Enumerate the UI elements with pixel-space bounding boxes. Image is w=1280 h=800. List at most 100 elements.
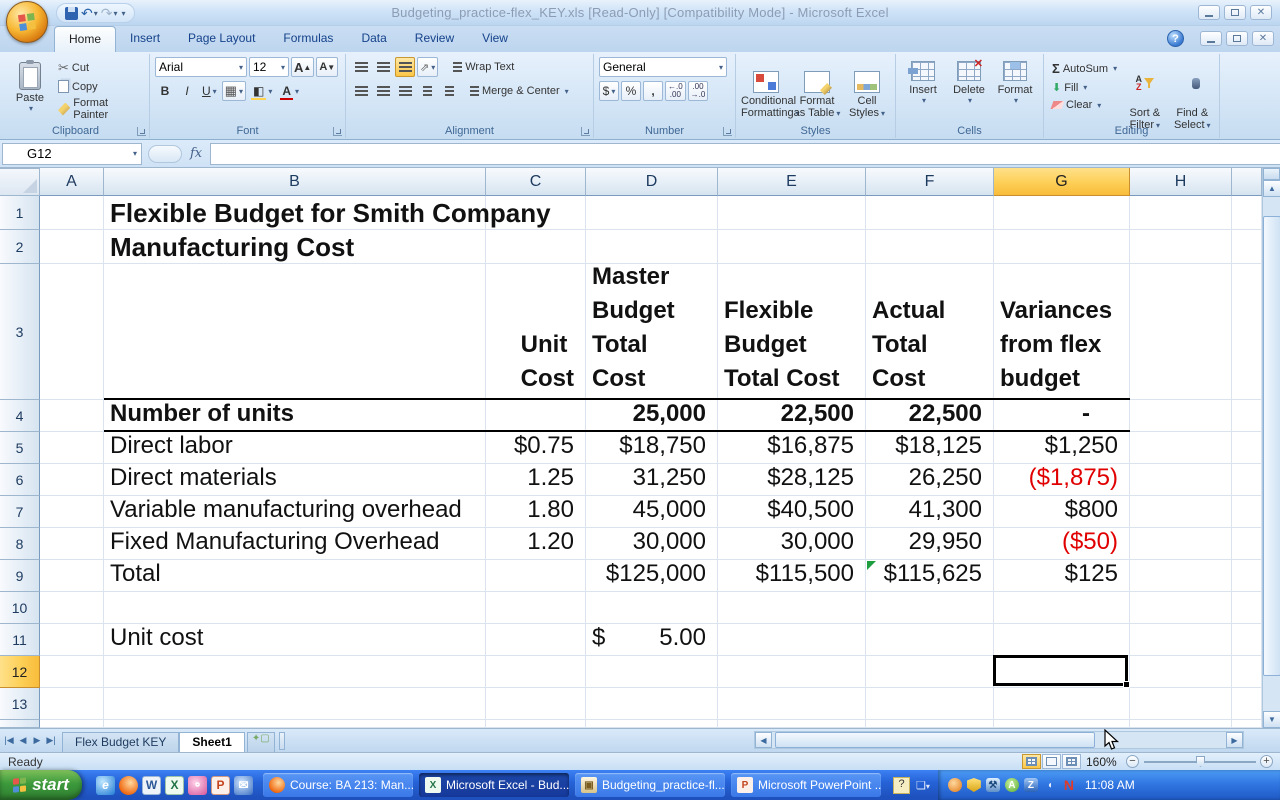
find-select-button[interactable]: Find & Select ▾: [1170, 57, 1215, 131]
cell-filler[interactable]: [1232, 464, 1262, 496]
font-size-select[interactable]: 12 ▾: [249, 57, 289, 77]
cell-H6[interactable]: [1130, 464, 1232, 496]
zoom-out-button[interactable]: −: [1126, 755, 1139, 768]
tray-wrench-icon[interactable]: ⚒: [985, 778, 1000, 792]
cell-content-D3[interactable]: Master Budget Total Cost: [586, 263, 718, 400]
formula-input[interactable]: [210, 142, 1280, 165]
row-header-13[interactable]: 13: [0, 688, 40, 720]
fx-icon[interactable]: fx: [190, 146, 202, 161]
cell-filler[interactable]: [1232, 688, 1262, 720]
cell-D2[interactable]: [586, 230, 718, 264]
name-box[interactable]: G12 ▾: [2, 142, 142, 165]
format-cells-button[interactable]: Format ▾: [993, 57, 1037, 123]
cell-E11[interactable]: [718, 624, 866, 656]
row-header-6[interactable]: 6: [0, 464, 40, 496]
font-color-button[interactable]: A ▾: [277, 81, 302, 101]
cell-G10[interactable]: [994, 592, 1130, 624]
shrink-font-button[interactable]: A ▼: [316, 57, 339, 77]
cell-A7[interactable]: [40, 496, 104, 528]
ribbon-tab-page-layout[interactable]: Page Layout: [174, 26, 269, 52]
help-tray-icon[interactable]: ?: [893, 776, 910, 794]
cell-content-D6[interactable]: 31,250: [586, 464, 718, 496]
conditional-formatting-button[interactable]: Conditional Formatting ▾: [741, 57, 800, 123]
underline-button[interactable]: U ▾: [199, 81, 220, 101]
align-top-button[interactable]: [351, 57, 371, 77]
cell-G13[interactable]: [994, 688, 1130, 720]
wrap-text-button[interactable]: Wrap Text: [450, 60, 517, 74]
scroll-left-button[interactable]: ◀: [755, 732, 772, 748]
row-header-7[interactable]: 7: [0, 496, 40, 528]
tray-z-icon[interactable]: Z: [1023, 778, 1038, 792]
cell-content-F5[interactable]: $18,125: [866, 432, 994, 464]
row-header-12[interactable]: 12: [0, 656, 40, 688]
ribbon-tab-home[interactable]: Home: [54, 26, 117, 52]
cell-F12[interactable]: [866, 656, 994, 688]
cell-A5[interactable]: [40, 432, 104, 464]
workbook-close-button[interactable]: ✕: [1252, 31, 1274, 46]
cell-content-B6[interactable]: Direct materials: [104, 464, 486, 496]
cell-content-G8[interactable]: ($50): [994, 528, 1130, 560]
merge-center-button[interactable]: Merge & Center ▾: [467, 84, 572, 98]
scroll-up-button[interactable]: ▲: [1263, 180, 1280, 197]
row-header-11[interactable]: 11: [0, 624, 40, 656]
cell-filler[interactable]: [1232, 560, 1262, 592]
align-center-button[interactable]: [373, 81, 393, 101]
cell-E2[interactable]: [718, 230, 866, 264]
vertical-scrollbar[interactable]: ▲ ▼: [1262, 168, 1280, 728]
format-as-table-button[interactable]: Format as Table ▾: [793, 57, 841, 123]
cell-A6[interactable]: [40, 464, 104, 496]
cell-A2[interactable]: [40, 230, 104, 264]
cell-B10[interactable]: [104, 592, 486, 624]
restore-button[interactable]: [1224, 5, 1246, 20]
number-dialog-launcher[interactable]: [723, 127, 732, 136]
cell-C12[interactable]: [486, 656, 586, 688]
cell-A11[interactable]: [40, 624, 104, 656]
cell-content-E8[interactable]: 30,000: [718, 528, 866, 560]
start-button[interactable]: start: [0, 770, 82, 800]
zoom-in-button[interactable]: +: [1260, 755, 1273, 768]
redo-button[interactable]: ↷ ▾: [101, 6, 118, 20]
cell-H5[interactable]: [1130, 432, 1232, 464]
vertical-scroll-thumb[interactable]: [1263, 216, 1280, 676]
cell-content-F6[interactable]: 26,250: [866, 464, 994, 496]
cell-content-F9[interactable]: $115,625: [866, 560, 994, 592]
sheet-tab-sheet1[interactable]: Sheet1: [179, 731, 245, 753]
cell-D13[interactable]: [586, 688, 718, 720]
cell-content-F7[interactable]: 41,300: [866, 496, 994, 528]
copy-button[interactable]: Copy: [55, 79, 145, 94]
next-sheet-button[interactable]: ▶: [30, 733, 44, 749]
cell-content-G6[interactable]: ($1,875): [994, 464, 1130, 496]
cell-B12[interactable]: [104, 656, 486, 688]
previous-sheet-button[interactable]: ◀: [16, 733, 30, 749]
cell-C4[interactable]: [486, 400, 586, 432]
normal-view-button[interactable]: [1022, 754, 1041, 769]
cell-content-D9[interactable]: $125,000: [586, 560, 718, 592]
cell-content-D5[interactable]: $18,750: [586, 432, 718, 464]
cell-E10[interactable]: [718, 592, 866, 624]
cell-H2[interactable]: [1130, 230, 1232, 264]
cell-G12[interactable]: [994, 656, 1130, 688]
cell-filler[interactable]: [40, 720, 104, 728]
window-toolbar-icon[interactable]: ❏▾: [916, 779, 930, 792]
cell-B13[interactable]: [104, 688, 486, 720]
customize-qat-button[interactable]: ▾: [121, 9, 126, 18]
increase-indent-button[interactable]: [439, 81, 459, 101]
ribbon-tab-data[interactable]: Data: [347, 26, 400, 52]
alignment-dialog-launcher[interactable]: [581, 127, 590, 136]
cell-filler[interactable]: [1232, 496, 1262, 528]
cell-H7[interactable]: [1130, 496, 1232, 528]
row-header-8[interactable]: 8: [0, 528, 40, 560]
cell-D12[interactable]: [586, 656, 718, 688]
row-header-9[interactable]: 9: [0, 560, 40, 592]
cell-C13[interactable]: [486, 688, 586, 720]
row-header-1[interactable]: 1: [0, 196, 40, 230]
workbook-minimize-button[interactable]: [1200, 31, 1222, 46]
zoom-level[interactable]: 160%: [1086, 755, 1117, 769]
help-button[interactable]: ?: [1167, 30, 1184, 47]
cell-C9[interactable]: [486, 560, 586, 592]
align-left-button[interactable]: [351, 81, 371, 101]
column-header-H[interactable]: H: [1130, 168, 1232, 196]
tray-n-icon[interactable]: N: [1062, 777, 1076, 793]
cell-H12[interactable]: [1130, 656, 1232, 688]
cell-content-D4[interactable]: 25,000: [586, 400, 718, 432]
